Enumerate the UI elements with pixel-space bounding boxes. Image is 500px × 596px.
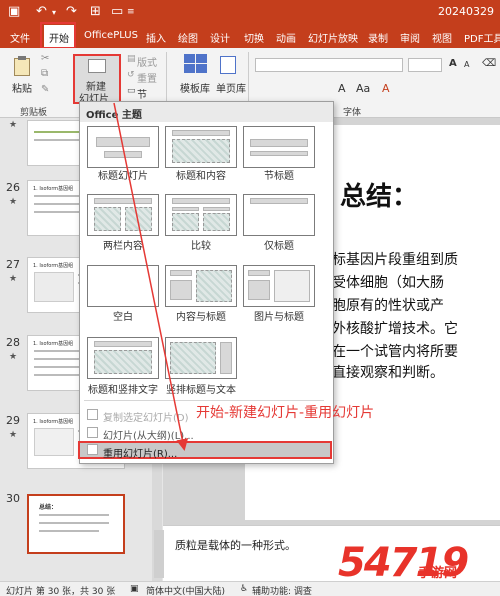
annotation-arrow xyxy=(113,102,189,451)
annotation-callout: 开始-新建幻灯片-重用幻灯片 xyxy=(196,405,375,421)
watermark-text: 手游网 xyxy=(418,566,458,581)
